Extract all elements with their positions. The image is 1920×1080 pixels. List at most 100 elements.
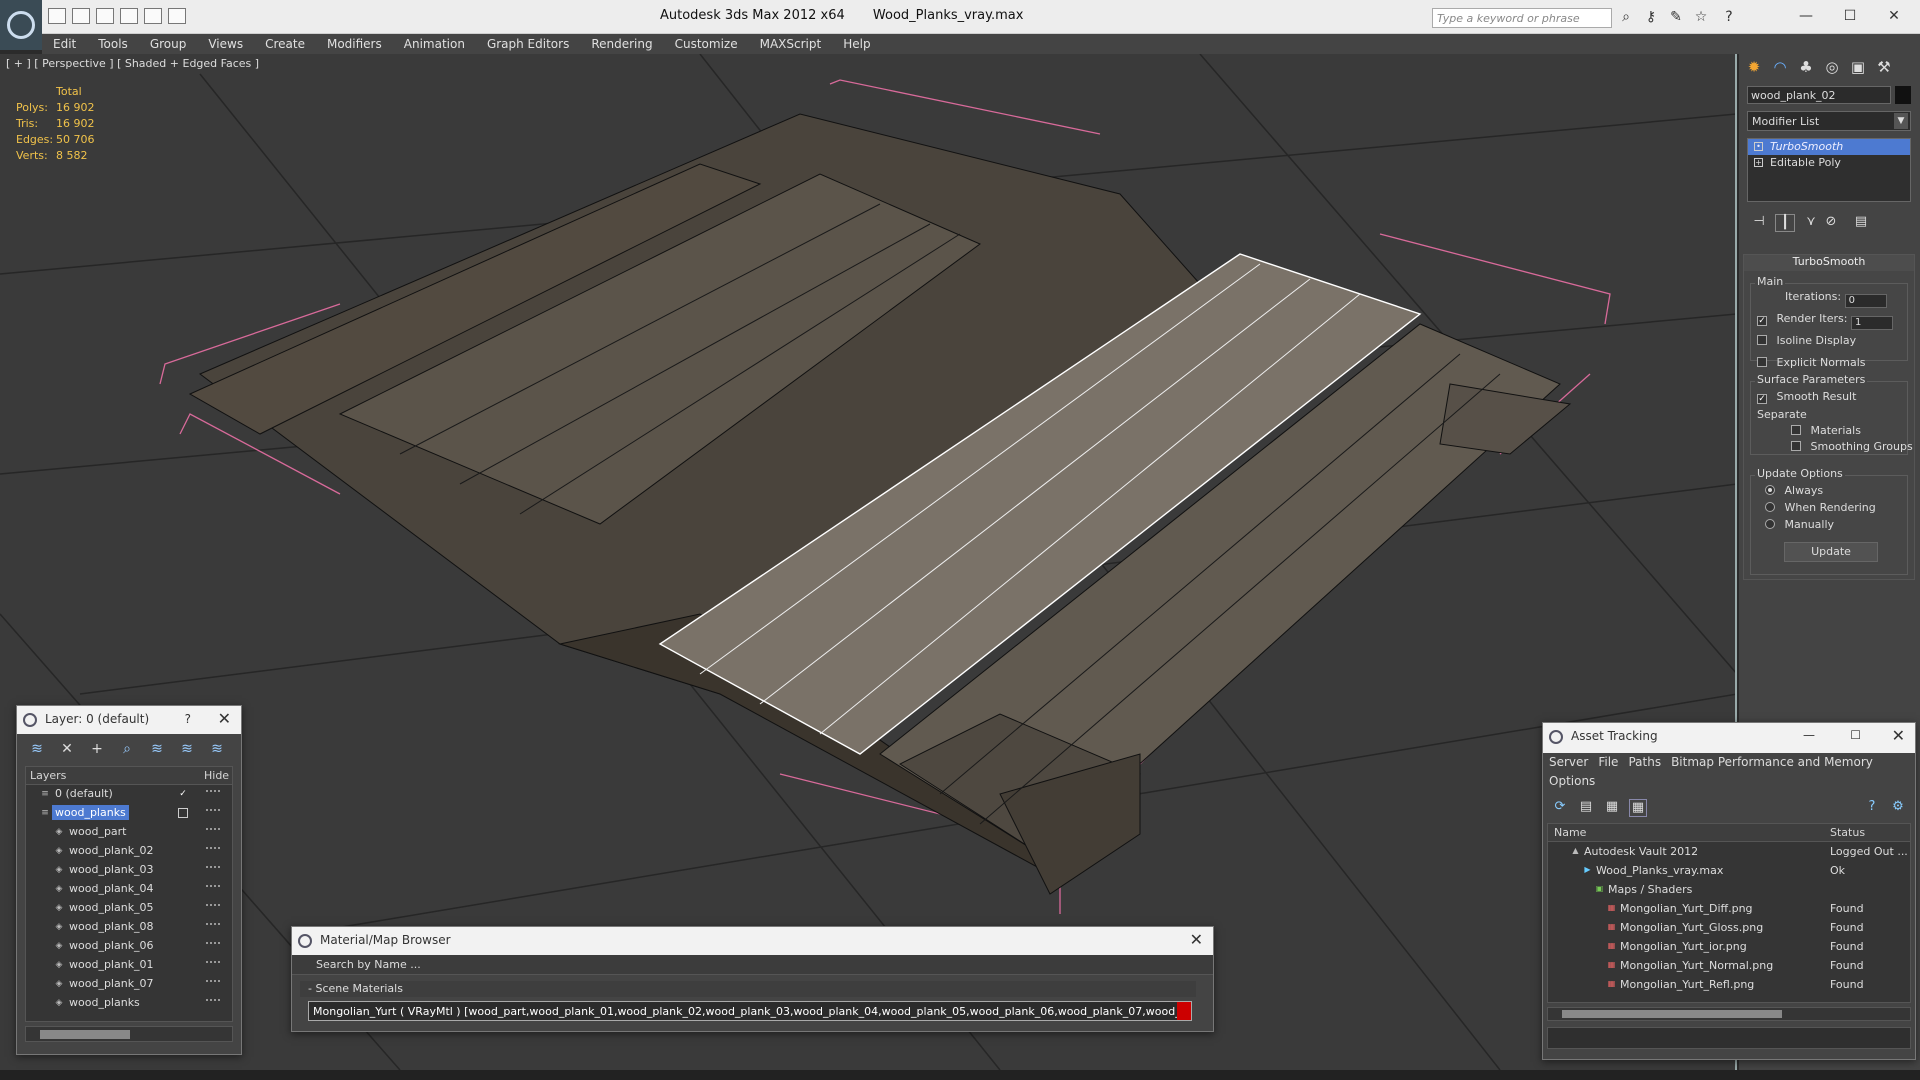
asset-row[interactable]: ▦ Mongolian_Yurt_Refl.png Found bbox=[1548, 975, 1910, 994]
maximize-icon[interactable]: ☐ bbox=[1830, 4, 1870, 28]
layer-row[interactable]: ◈ wood_plank_01 bbox=[26, 956, 232, 975]
asset-scrollbar[interactable] bbox=[1547, 1007, 1911, 1021]
asset-row[interactable]: ▦ Mongolian_Yurt_ior.png Found bbox=[1548, 937, 1910, 956]
menu-item-edit[interactable]: Edit bbox=[42, 37, 87, 51]
stack-item-editable-poly[interactable]: + Editable Poly bbox=[1748, 155, 1910, 171]
always-radio[interactable] bbox=[1765, 485, 1775, 495]
object-name-field[interactable]: wood_plank_02 bbox=[1747, 86, 1891, 104]
create-layer-icon[interactable]: ≋ bbox=[27, 741, 47, 759]
layer-scrollbar[interactable] bbox=[25, 1026, 233, 1042]
table-view-icon[interactable]: ▦ bbox=[1629, 799, 1647, 817]
asset-row[interactable]: ▶ Wood_Planks_vray.max Ok bbox=[1548, 861, 1910, 880]
layer-row[interactable]: ◈ wood_part bbox=[26, 823, 232, 842]
communication-icon[interactable]: ✎ bbox=[1667, 9, 1685, 25]
menu-item-modifiers[interactable]: Modifiers bbox=[316, 37, 393, 51]
key-icon[interactable]: ⚷ bbox=[1642, 9, 1660, 25]
object-color-swatch[interactable] bbox=[1895, 86, 1911, 104]
asset-row[interactable]: ▦ Mongolian_Yurt_Gloss.png Found bbox=[1548, 918, 1910, 937]
layer-row[interactable]: ◈ wood_plank_06 bbox=[26, 937, 232, 956]
hide-all-layers-icon[interactable]: ≋ bbox=[177, 741, 197, 759]
viewport-label[interactable]: [ + ] [ Perspective ] [ Shaded + Edged F… bbox=[6, 57, 259, 70]
highlight-layer-icon[interactable]: ≋ bbox=[147, 741, 167, 759]
menu-item-animation[interactable]: Animation bbox=[393, 37, 476, 51]
asset-menu-paths[interactable]: Paths bbox=[1628, 755, 1661, 769]
close-icon[interactable]: ✕ bbox=[1874, 4, 1914, 28]
help-icon[interactable]: ? bbox=[185, 712, 191, 726]
modifier-list-dropdown[interactable]: Modifier List ▼ bbox=[1747, 111, 1911, 131]
menu-item-rendering[interactable]: Rendering bbox=[580, 37, 663, 51]
col-hide[interactable]: Hide bbox=[204, 769, 229, 782]
hide-toggle[interactable] bbox=[206, 904, 220, 906]
close-icon[interactable]: ✕ bbox=[1190, 930, 1203, 949]
scrollbar-thumb[interactable] bbox=[40, 1030, 130, 1039]
layer-row[interactable]: ◈ wood_plank_02 bbox=[26, 842, 232, 861]
asset-menu-bitmap-performance-and-memory[interactable]: Bitmap Performance and Memory bbox=[1671, 755, 1873, 769]
search-input[interactable]: Type a keyword or phrase bbox=[1432, 8, 1612, 28]
render-iters-spinner[interactable]: 1 bbox=[1850, 316, 1893, 330]
menu-item-customize[interactable]: Customize bbox=[664, 37, 749, 51]
asset-tracking-titlebar[interactable]: Asset Tracking — ☐ ✕ bbox=[1543, 723, 1915, 753]
hide-toggle[interactable] bbox=[206, 885, 220, 887]
binoculars-icon[interactable]: ⌕ bbox=[1617, 9, 1635, 25]
layer-row[interactable]: ◈ wood_plank_05 bbox=[26, 899, 232, 918]
when-rendering-radio[interactable] bbox=[1765, 502, 1775, 512]
app-logo-icon[interactable] bbox=[0, 0, 42, 50]
asset-row[interactable]: ▦ Mongolian_Yurt_Diff.png Found bbox=[1548, 899, 1910, 918]
thumbnail-view-icon[interactable]: ▦ bbox=[1603, 799, 1621, 817]
new-file-icon[interactable] bbox=[48, 8, 66, 24]
settings-icon[interactable]: ⚙ bbox=[1889, 799, 1907, 817]
hide-toggle[interactable] bbox=[206, 809, 220, 811]
maximize-icon[interactable]: ☐ bbox=[1850, 728, 1861, 742]
add-to-layer-icon[interactable]: + bbox=[87, 741, 107, 759]
undo-icon[interactable] bbox=[120, 8, 138, 24]
list-view-icon[interactable]: ▤ bbox=[1577, 799, 1595, 817]
layer-row[interactable]: ◈ wood_plank_04 bbox=[26, 880, 232, 899]
modifier-stack[interactable]: • TurboSmooth + Editable Poly bbox=[1747, 138, 1911, 202]
make-unique-icon[interactable]: ⋎ bbox=[1801, 214, 1821, 232]
refresh-icon[interactable]: ⟳ bbox=[1551, 799, 1569, 817]
asset-row[interactable]: ▣ Maps / Shaders bbox=[1548, 880, 1910, 899]
select-in-layer-icon[interactable]: ⌕ bbox=[117, 741, 137, 759]
iterations-spinner[interactable]: 0 bbox=[1844, 294, 1887, 308]
scrollbar-thumb[interactable] bbox=[1562, 1010, 1782, 1018]
asset-row[interactable]: ▲ Autodesk Vault 2012 Logged Out ... bbox=[1548, 842, 1910, 861]
menu-item-tools[interactable]: Tools bbox=[87, 37, 139, 51]
col-status[interactable]: Status bbox=[1830, 826, 1865, 839]
set-current-layer-icon[interactable] bbox=[178, 808, 188, 818]
perspective-viewport[interactable]: [ + ] [ Perspective ] [ Shaded + Edged F… bbox=[0, 54, 1737, 1070]
open-file-icon[interactable] bbox=[72, 8, 90, 24]
layer-row[interactable]: ◈ wood_planks bbox=[26, 994, 232, 1013]
layer-row[interactable]: ≡ wood_planks bbox=[26, 804, 232, 823]
material-browser-titlebar[interactable]: Material/Map Browser ✕ bbox=[292, 927, 1213, 955]
expand-plus-icon[interactable]: + bbox=[1754, 158, 1763, 167]
close-icon[interactable]: ✕ bbox=[1892, 726, 1905, 745]
hide-toggle[interactable] bbox=[206, 999, 220, 1001]
material-search-input[interactable]: Search by Name ... bbox=[292, 955, 1213, 975]
col-name[interactable]: Name bbox=[1554, 826, 1586, 839]
layer-dialog-titlebar[interactable]: Layer: 0 (default) ? ✕ bbox=[17, 706, 241, 734]
menu-item-group[interactable]: Group bbox=[139, 37, 198, 51]
asset-row[interactable]: ▦ Mongolian_Yurt_Normal.png Found bbox=[1548, 956, 1910, 975]
help-icon[interactable]: ? bbox=[1720, 9, 1738, 25]
asset-menu-options[interactable]: Options bbox=[1549, 774, 1595, 788]
hide-toggle[interactable] bbox=[206, 961, 220, 963]
rollout-header[interactable]: TurboSmooth bbox=[1744, 255, 1914, 271]
material-item[interactable]: Mongolian_Yurt ( VRayMtl ) [wood_part,wo… bbox=[308, 1001, 1192, 1021]
hide-toggle[interactable] bbox=[206, 866, 220, 868]
layer-row[interactable]: ◈ wood_plank_03 bbox=[26, 861, 232, 880]
layer-row[interactable]: ◈ wood_plank_08 bbox=[26, 918, 232, 937]
remove-modifier-icon[interactable]: ⊘ bbox=[1821, 214, 1841, 232]
menu-item-maxscript[interactable]: MAXScript bbox=[749, 37, 833, 51]
render-iters-checkbox[interactable]: ✓ bbox=[1757, 316, 1767, 326]
motion-tab-icon[interactable]: ◎ bbox=[1821, 58, 1843, 80]
pin-stack-icon[interactable]: ⊣ bbox=[1749, 214, 1769, 232]
hide-toggle[interactable] bbox=[206, 923, 220, 925]
hierarchy-tab-icon[interactable]: ♣ bbox=[1795, 58, 1817, 80]
menu-item-graph-editors[interactable]: Graph Editors bbox=[476, 37, 580, 51]
configure-sets-icon[interactable]: ▤ bbox=[1851, 214, 1871, 232]
redo-icon[interactable] bbox=[144, 8, 162, 24]
current-layer-check-icon[interactable]: ✓ bbox=[178, 789, 188, 799]
stack-item-turbosmooth[interactable]: • TurboSmooth bbox=[1748, 139, 1910, 155]
modify-tab-icon[interactable]: ◠ bbox=[1769, 58, 1791, 80]
asset-menu-file[interactable]: File bbox=[1598, 755, 1618, 769]
